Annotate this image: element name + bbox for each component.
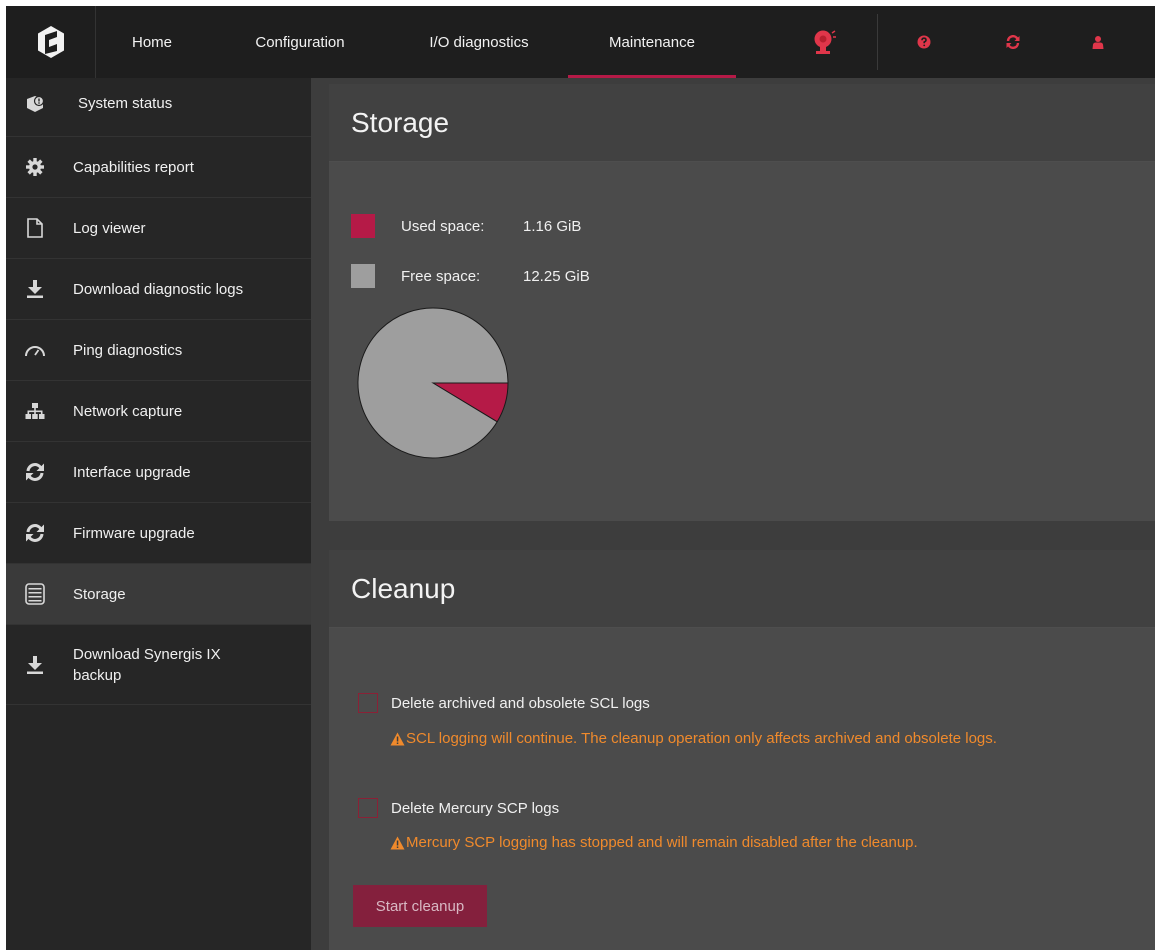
- refresh-icon: [24, 461, 46, 483]
- sidebar-item-label: System status: [78, 94, 173, 112]
- delete-scl-logs-checkbox[interactable]: [358, 693, 378, 713]
- pie-slice-free-space: [357, 307, 509, 459]
- free-space-swatch: [351, 264, 375, 288]
- storage-title: Storage: [329, 84, 1155, 162]
- sidebar-item-label: Firmware upgrade: [73, 524, 195, 542]
- file-icon: [24, 217, 46, 239]
- app-window: Home Configuration I/O diagnostics Maint…: [6, 6, 1155, 950]
- nav-io-diagnostics-label: I/O diagnostics: [429, 33, 529, 51]
- warning-icon: [390, 836, 405, 850]
- nav-separator: [877, 14, 878, 70]
- refresh-icon: [24, 522, 46, 544]
- main-content: Storage Used space: 1.16 GiB Free space:…: [311, 78, 1155, 950]
- used-space-swatch: [351, 214, 375, 238]
- scl-warning-text: SCL logging will continue. The cleanup o…: [406, 730, 997, 747]
- option-delete-mercury-logs: Delete Mercury SCP logs: [358, 798, 559, 818]
- storage-panel: Storage Used space: 1.16 GiB Free space:…: [329, 84, 1155, 521]
- nav-home[interactable]: Home: [106, 6, 198, 78]
- logo-icon: [37, 26, 64, 58]
- storage-icon: [24, 583, 46, 605]
- nav-home-label: Home: [131, 33, 172, 51]
- sidebar-item-download-synergis-backup[interactable]: Download Synergis IX backup: [6, 625, 311, 705]
- sidebar-item-storage[interactable]: Storage: [6, 564, 311, 625]
- download-icon: [24, 278, 46, 300]
- top-navigation-bar: Home Configuration I/O diagnostics Maint…: [6, 6, 1155, 78]
- sidebar: System status Capabilities report Log vi…: [6, 78, 311, 950]
- brand-logo[interactable]: [6, 6, 96, 78]
- network-icon: [24, 400, 46, 422]
- legend-used-space: Used space: 1.16 GiB: [351, 214, 581, 238]
- nav-io-diagnostics[interactable]: I/O diagnostics: [402, 6, 556, 78]
- used-space-value: 1.16 GiB: [523, 217, 582, 235]
- sidebar-item-label: Log viewer: [73, 219, 146, 237]
- delete-scl-logs-label: Delete archived and obsolete SCL logs: [391, 694, 650, 712]
- sidebar-item-interface-upgrade[interactable]: Interface upgrade: [6, 442, 311, 503]
- used-space-label: Used space:: [401, 217, 485, 235]
- scl-warning: SCL logging will continue. The cleanup o…: [390, 730, 997, 747]
- sidebar-item-ping-diagnostics[interactable]: Ping diagnostics: [6, 320, 311, 381]
- sidebar-item-label: Network capture: [73, 402, 183, 420]
- sidebar-item-label: Interface upgrade: [73, 463, 191, 481]
- system-status-icon: [24, 93, 46, 115]
- sidebar-item-label: Download Synergis IX backup: [73, 645, 221, 684]
- sidebar-item-network-capture[interactable]: Network capture: [6, 381, 311, 442]
- free-space-value: 12.25 GiB: [523, 267, 590, 285]
- gear-icon: [24, 156, 46, 178]
- delete-mercury-logs-label: Delete Mercury SCP logs: [391, 799, 560, 817]
- alarm-bell-icon[interactable]: [810, 28, 838, 56]
- mercury-warning: Mercury SCP logging has stopped and will…: [390, 834, 918, 851]
- gauge-icon: [24, 339, 46, 361]
- warning-icon: [390, 732, 405, 746]
- legend-free-space: Free space: 12.25 GiB: [351, 264, 590, 288]
- sidebar-item-capabilities-report[interactable]: Capabilities report: [6, 137, 311, 198]
- sidebar-item-label: Download diagnostic logs: [73, 280, 244, 298]
- nav-configuration-label: Configuration: [255, 33, 345, 51]
- sidebar-item-firmware-upgrade[interactable]: Firmware upgrade: [6, 503, 311, 564]
- cleanup-title: Cleanup: [329, 550, 1155, 628]
- sidebar-item-label: Capabilities report: [73, 158, 194, 176]
- nav-maintenance-label: Maintenance: [609, 33, 695, 51]
- start-cleanup-button[interactable]: Start cleanup: [353, 885, 487, 927]
- refresh-icon[interactable]: [999, 28, 1027, 56]
- option-delete-scl-logs: Delete archived and obsolete SCL logs: [358, 693, 650, 713]
- sidebar-item-label: Storage: [73, 585, 126, 603]
- help-icon[interactable]: [910, 28, 938, 56]
- download-icon: [24, 654, 46, 676]
- free-space-label: Free space:: [401, 267, 481, 285]
- cleanup-panel: Cleanup Delete archived and obsolete SCL…: [329, 550, 1155, 950]
- nav-configuration[interactable]: Configuration: [224, 6, 376, 78]
- sidebar-item-download-diagnostic-logs[interactable]: Download diagnostic logs: [6, 259, 311, 320]
- mercury-warning-text: Mercury SCP logging has stopped and will…: [406, 834, 918, 851]
- sidebar-item-system-status[interactable]: System status: [6, 78, 311, 137]
- sidebar-item-label: Ping diagnostics: [73, 341, 183, 359]
- delete-mercury-logs-checkbox[interactable]: [358, 798, 378, 818]
- nav-maintenance[interactable]: Maintenance: [568, 6, 736, 78]
- user-icon[interactable]: [1084, 28, 1112, 56]
- storage-pie-chart: [357, 307, 509, 459]
- sidebar-item-log-viewer[interactable]: Log viewer: [6, 198, 311, 259]
